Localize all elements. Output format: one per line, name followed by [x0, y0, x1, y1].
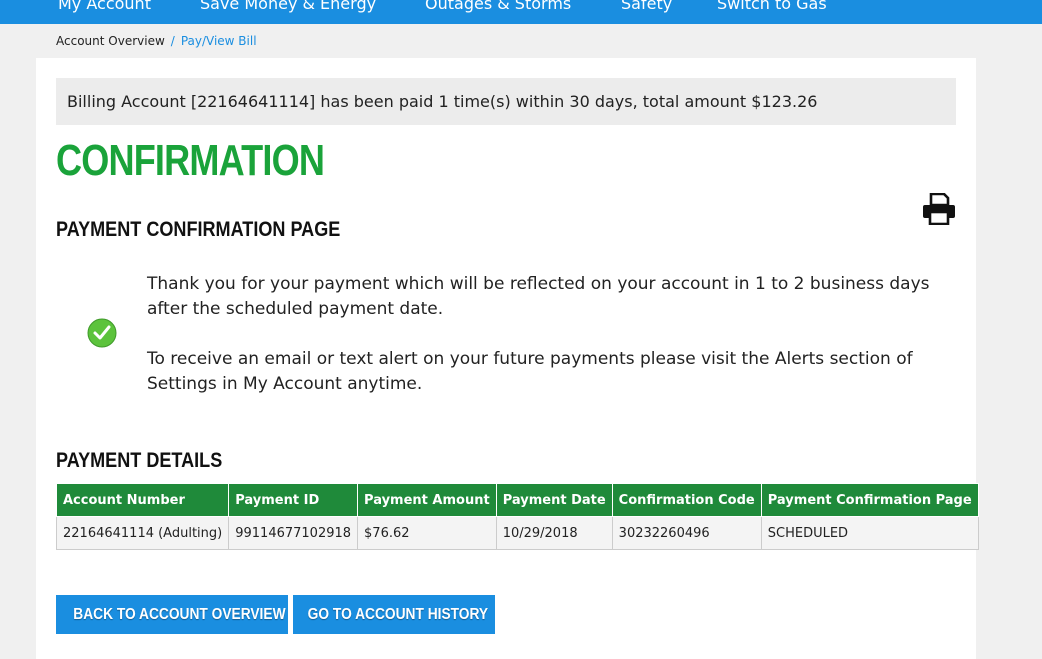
- top-navigation: My Account Save Money & Energy Outages &…: [0, 0, 1042, 24]
- go-to-account-history-button[interactable]: GO TO ACCOUNT HISTORY: [293, 595, 495, 634]
- nav-item-switch-to-gas[interactable]: Switch to Gas: [717, 0, 827, 13]
- breadcrumb-separator: /: [170, 34, 175, 48]
- payment-confirmation-heading: PAYMENT CONFIRMATION PAGE: [56, 218, 341, 241]
- column-header: Payment ID: [228, 483, 359, 517]
- payment-details-table: Account Number Payment ID Payment Amount…: [55, 483, 979, 550]
- cell-payment-confirmation-status: SCHEDULED: [760, 516, 979, 550]
- breadcrumb-pay-view-bill[interactable]: Pay/View Bill: [181, 34, 257, 48]
- back-to-account-overview-button[interactable]: BACK TO ACCOUNT OVERVIEW: [56, 595, 288, 634]
- alerts-message: To receive an email or text alert on you…: [147, 349, 913, 394]
- cell-confirmation-code: 30232260496: [611, 516, 762, 550]
- cell-payment-date: 10/29/2018: [495, 516, 613, 550]
- cell-account-number: 22164641114 (Adulting): [55, 516, 230, 550]
- check-icon: [87, 318, 117, 348]
- payment-details-heading: PAYMENT DETAILS: [56, 449, 223, 472]
- payment-notice: Billing Account [22164641114] has been p…: [56, 78, 956, 125]
- history-button-label: GO TO ACCOUNT HISTORY: [307, 606, 489, 623]
- column-header: Payment Amount: [357, 483, 497, 517]
- column-header: Payment Confirmation Page: [760, 483, 979, 517]
- table-row: 22164641114 (Adulting) 99114677102918 $7…: [55, 516, 979, 550]
- nav-item-outages-storms[interactable]: Outages & Storms: [425, 0, 571, 13]
- nav-item-safety[interactable]: Safety: [621, 0, 672, 13]
- column-header: Confirmation Code: [611, 483, 762, 517]
- thank-you-message: Thank you for your payment which will be…: [147, 274, 930, 319]
- back-button-label: BACK TO ACCOUNT OVERVIEW: [73, 606, 286, 623]
- column-header: Payment Date: [495, 483, 613, 517]
- breadcrumb-account-overview[interactable]: Account Overview: [56, 34, 165, 48]
- nav-item-save-money-energy[interactable]: Save Money & Energy: [200, 0, 376, 13]
- cell-payment-amount: $76.62: [357, 516, 497, 550]
- page-title: CONFIRMATION: [56, 136, 325, 185]
- cell-payment-id: 99114677102918: [228, 516, 359, 550]
- main-panel: Billing Account [22164641114] has been p…: [36, 58, 979, 659]
- table-header-row: Account Number Payment ID Payment Amount…: [55, 483, 979, 517]
- column-header: Account Number: [55, 483, 230, 517]
- nav-item-my-account[interactable]: My Account: [58, 0, 151, 13]
- print-icon[interactable]: [922, 192, 956, 226]
- breadcrumb: Account Overview / Pay/View Bill: [56, 34, 257, 48]
